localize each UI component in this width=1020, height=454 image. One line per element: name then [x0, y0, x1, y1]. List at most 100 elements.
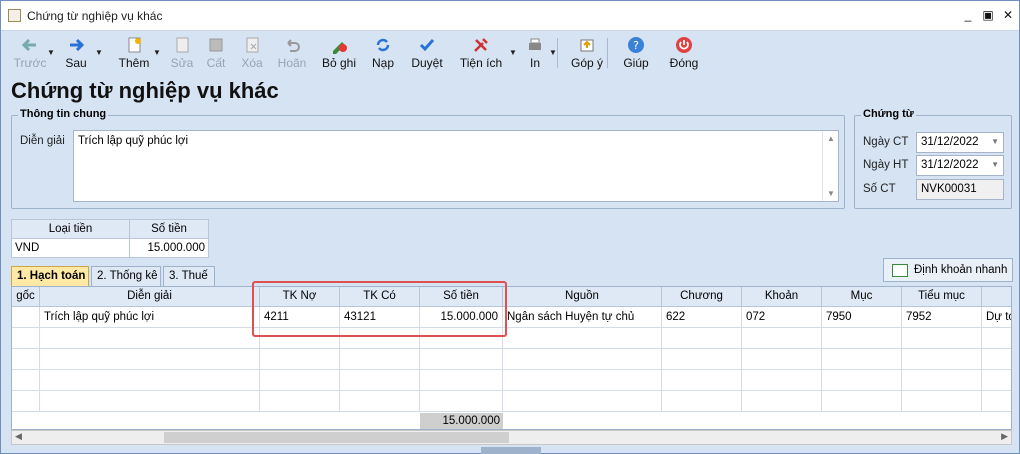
empty-cell[interactable]: [662, 328, 742, 349]
empty-cell[interactable]: [420, 391, 503, 412]
col-header-extra[interactable]: [982, 287, 1011, 307]
toolbar-button-check[interactable]: Duyệt: [405, 32, 449, 74]
cell-dien-giai[interactable]: Trích lập quỹ phúc lợi: [40, 307, 260, 328]
toolbar-button-power[interactable]: Đóng: [663, 32, 705, 74]
currency-amount-cell[interactable]: 15.000.000: [129, 238, 209, 258]
table-row[interactable]: [12, 370, 1011, 391]
close-icon[interactable]: ✕: [1001, 8, 1015, 22]
empty-cell[interactable]: [340, 370, 420, 391]
toolbar-button-help[interactable]: ? Giúp: [619, 32, 653, 74]
empty-cell[interactable]: [822, 349, 902, 370]
empty-cell[interactable]: [982, 328, 1011, 349]
toolbar-button-arrow-left[interactable]: Trước: [13, 32, 47, 74]
toolbar-button-unpost[interactable]: Bỏ ghi: [317, 32, 361, 74]
chevron-down-icon[interactable]: ▼: [991, 137, 999, 146]
dropdown-arrow-icon[interactable]: ▼: [153, 48, 161, 57]
empty-cell[interactable]: [340, 349, 420, 370]
col-header-chuong[interactable]: Chương: [662, 287, 742, 307]
empty-cell[interactable]: [503, 328, 662, 349]
empty-cell[interactable]: [12, 349, 40, 370]
empty-cell[interactable]: [420, 349, 503, 370]
empty-cell[interactable]: [662, 349, 742, 370]
empty-cell[interactable]: [420, 370, 503, 391]
empty-cell[interactable]: [40, 349, 260, 370]
scrollbar-thumb[interactable]: [164, 432, 509, 443]
description-scrollbar[interactable]: ▲ ▼: [822, 131, 838, 201]
cell-goc[interactable]: [12, 307, 40, 328]
scroll-down-icon[interactable]: ▼: [827, 189, 835, 198]
table-row[interactable]: [12, 328, 1011, 349]
cell-nguon[interactable]: Ngân sách Huyện tự chủ: [503, 307, 662, 328]
empty-cell[interactable]: [503, 349, 662, 370]
empty-cell[interactable]: [12, 328, 40, 349]
empty-cell[interactable]: [742, 328, 822, 349]
empty-cell[interactable]: [822, 391, 902, 412]
date-ht-input[interactable]: 31/12/2022 ▼: [916, 155, 1004, 176]
empty-cell[interactable]: [12, 370, 40, 391]
empty-cell[interactable]: [40, 328, 260, 349]
resize-grip[interactable]: [481, 447, 541, 454]
empty-cell[interactable]: [982, 370, 1011, 391]
table-row[interactable]: Trích lập quỹ phúc lợi 4211 43121 15.000…: [12, 307, 1011, 328]
empty-cell[interactable]: [982, 391, 1011, 412]
col-header-tieu-muc[interactable]: Tiểu mục: [902, 287, 982, 307]
empty-cell[interactable]: [260, 391, 340, 412]
empty-cell[interactable]: [902, 328, 982, 349]
col-header-goc[interactable]: gốc: [12, 287, 40, 307]
empty-cell[interactable]: [742, 370, 822, 391]
dropdown-arrow-icon[interactable]: ▼: [47, 48, 55, 57]
empty-cell[interactable]: [822, 370, 902, 391]
empty-cell[interactable]: [662, 370, 742, 391]
cell-tieu-muc[interactable]: 7952: [902, 307, 982, 328]
empty-cell[interactable]: [503, 370, 662, 391]
dropdown-arrow-icon[interactable]: ▼: [549, 48, 557, 57]
col-header-dien-giai[interactable]: Diễn giải: [40, 287, 260, 307]
horizontal-scrollbar[interactable]: ◀ ▶: [11, 430, 1012, 445]
currency-type-cell[interactable]: VND: [11, 238, 130, 258]
empty-cell[interactable]: [902, 349, 982, 370]
empty-cell[interactable]: [742, 349, 822, 370]
chevron-down-icon[interactable]: ▼: [991, 160, 999, 169]
cell-khoan[interactable]: 072: [742, 307, 822, 328]
dropdown-arrow-icon[interactable]: ▼: [95, 48, 103, 57]
cell-chuong[interactable]: 622: [662, 307, 742, 328]
empty-cell[interactable]: [40, 370, 260, 391]
cell-extra[interactable]: Dự to: [982, 307, 1011, 328]
empty-cell[interactable]: [902, 370, 982, 391]
description-input[interactable]: Trích lập quỹ phúc lợi ▲ ▼: [73, 130, 839, 202]
empty-cell[interactable]: [40, 391, 260, 412]
col-header-nguon[interactable]: Nguồn: [503, 287, 662, 307]
toolbar-button-arrow-right[interactable]: Sau: [59, 32, 93, 74]
date-ct-input[interactable]: 31/12/2022 ▼: [916, 132, 1004, 153]
maximize-icon[interactable]: ▣: [981, 8, 995, 22]
empty-cell[interactable]: [902, 391, 982, 412]
toolbar-button-delete[interactable]: Xóa: [235, 32, 269, 74]
toolbar-button-new-doc[interactable]: Thêm: [113, 32, 155, 74]
empty-cell[interactable]: [340, 391, 420, 412]
col-header-khoan[interactable]: Khoản: [742, 287, 822, 307]
voucher-no-input[interactable]: NVK00031: [916, 179, 1004, 200]
empty-cell[interactable]: [12, 391, 40, 412]
toolbar-button-print[interactable]: In: [523, 32, 547, 74]
empty-cell[interactable]: [260, 370, 340, 391]
quick-entry-button[interactable]: Định khoản nhanh: [883, 258, 1013, 282]
toolbar-button-tools[interactable]: Tiện ích: [453, 32, 509, 74]
toolbar-button-edit[interactable]: Sửa: [165, 32, 199, 74]
cell-muc[interactable]: 7950: [822, 307, 902, 328]
empty-cell[interactable]: [982, 349, 1011, 370]
table-row[interactable]: [12, 391, 1011, 412]
scroll-right-icon[interactable]: ▶: [1001, 431, 1008, 442]
toolbar-button-feedback[interactable]: Góp ý: [567, 32, 607, 74]
tab-hach-toan[interactable]: 1. Hạch toán: [11, 266, 89, 286]
toolbar-button-undo[interactable]: Hoãn: [273, 32, 311, 74]
toolbar-button-refresh[interactable]: Nạp: [365, 32, 401, 74]
minimize-icon[interactable]: _: [961, 8, 975, 22]
empty-cell[interactable]: [503, 391, 662, 412]
empty-cell[interactable]: [260, 349, 340, 370]
empty-cell[interactable]: [822, 328, 902, 349]
toolbar-button-save[interactable]: Cất: [201, 32, 231, 74]
scroll-left-icon[interactable]: ◀: [15, 431, 22, 442]
tab-thong-ke[interactable]: 2. Thống kê: [91, 266, 161, 286]
empty-cell[interactable]: [742, 391, 822, 412]
empty-cell[interactable]: [662, 391, 742, 412]
